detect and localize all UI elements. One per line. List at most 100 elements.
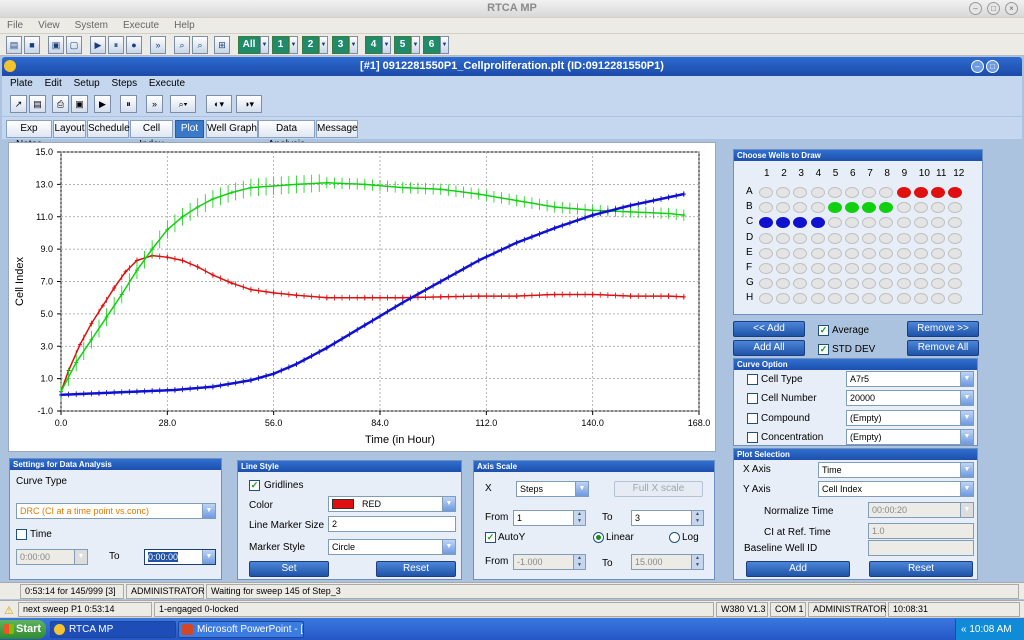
well-A3[interactable]: [793, 187, 808, 198]
curve-type-select[interactable]: DRC (CI at a time point vs.conc) ▼: [16, 503, 216, 519]
log-radio[interactable]: [669, 532, 680, 543]
well-H3[interactable]: [793, 293, 808, 305]
well-E1[interactable]: [759, 247, 773, 259]
chevron-down-icon[interactable]: ▼: [960, 503, 973, 517]
well-E2[interactable]: [776, 247, 791, 259]
y-from-input[interactable]: -1.000 ▲ ▼: [513, 554, 586, 570]
cell-number-select[interactable]: 20000 ▼: [846, 390, 974, 406]
well-C12[interactable]: [948, 217, 963, 229]
baseline-well-input[interactable]: [868, 540, 974, 556]
doc-minimize-icon[interactable]: –: [971, 60, 984, 73]
well-A2[interactable]: [776, 187, 791, 198]
well-G8[interactable]: [879, 278, 894, 290]
well-F12[interactable]: [948, 263, 963, 274]
well-F4[interactable]: [810, 263, 825, 274]
chevron-down-icon[interactable]: ▼: [74, 550, 87, 564]
tab-schedule[interactable]: Schedule: [87, 120, 130, 138]
time-from-select[interactable]: 0:00:00 ▼: [16, 549, 88, 565]
well-C5[interactable]: [827, 217, 842, 229]
well-F10[interactable]: [913, 263, 928, 274]
well-A6[interactable]: [845, 187, 859, 198]
maximize-icon[interactable]: □: [987, 2, 1000, 15]
forward-icon[interactable]: ◑▾: [236, 95, 262, 113]
zoom-icon[interactable]: ⌕▾: [170, 95, 196, 113]
menu-edit[interactable]: Edit: [45, 78, 62, 89]
cell-type-checkbox[interactable]: [747, 374, 758, 385]
well-H6[interactable]: [845, 293, 859, 305]
time-checkbox[interactable]: [16, 529, 27, 540]
well-B2[interactable]: [776, 202, 791, 214]
time-to-select[interactable]: 0:00:00 ▼: [144, 549, 216, 565]
well-D5[interactable]: [827, 232, 842, 244]
menu-help[interactable]: Help: [174, 20, 195, 31]
well-A8[interactable]: [879, 187, 894, 198]
tab-layout[interactable]: Layout: [53, 120, 86, 138]
y-axis-select[interactable]: Cell Index ▼: [818, 481, 974, 497]
chevron-down-icon[interactable]: ▼: [960, 391, 973, 405]
spinner-icon[interactable]: ▲ ▼: [573, 555, 585, 569]
tray-expand-icon[interactable]: «: [961, 624, 967, 635]
skip-icon[interactable]: »: [146, 95, 163, 113]
well-D3[interactable]: [793, 232, 808, 244]
chevron-down-icon[interactable]: ▼: [382, 36, 391, 54]
well-G9[interactable]: [896, 278, 911, 290]
y-to-input[interactable]: 15.000 ▲ ▼: [631, 554, 704, 570]
well-A10[interactable]: [913, 187, 928, 198]
menu-view[interactable]: View: [38, 20, 60, 31]
menu-steps[interactable]: Steps: [112, 78, 138, 89]
well-C7[interactable]: [862, 217, 877, 229]
lock-icon[interactable]: ▣: [48, 36, 64, 54]
tab-data-analysis[interactable]: Data Analysis: [258, 120, 315, 150]
well-E6[interactable]: [845, 247, 859, 259]
well-F9[interactable]: [896, 263, 911, 274]
chevron-down-icon[interactable]: ▼: [349, 36, 358, 54]
well-H9[interactable]: [896, 293, 911, 305]
well-E5[interactable]: [827, 247, 842, 259]
well-D12[interactable]: [948, 232, 963, 244]
tab-well-graph[interactable]: Well Graph: [206, 120, 258, 138]
play-icon[interactable]: ▶: [94, 95, 111, 113]
well-A4[interactable]: [810, 187, 825, 198]
cell-index-chart[interactable]: -1.0 1.0 3.0 5.0 7.0 9.0 11.0 13.0 15.0 0.0 28.0 56…: [9, 143, 715, 451]
chevron-down-icon[interactable]: ▼: [440, 36, 449, 54]
chevron-down-icon[interactable]: ▼: [960, 463, 973, 477]
group-4-button[interactable]: 4: [365, 36, 382, 54]
minimize-icon[interactable]: –: [969, 2, 982, 15]
well-H12[interactable]: [948, 293, 963, 305]
well-E11[interactable]: [931, 247, 945, 259]
concentration-select[interactable]: (Empty) ▼: [846, 429, 974, 445]
well-F1[interactable]: [759, 263, 773, 274]
well-C10[interactable]: [913, 217, 928, 229]
plot-reset-button[interactable]: Reset: [869, 561, 973, 577]
well-A5[interactable]: [827, 187, 842, 198]
zoom-out-icon[interactable]: ⌕: [192, 36, 208, 54]
doc-restore-icon[interactable]: □: [986, 60, 999, 73]
play-icon[interactable]: ▶: [90, 36, 106, 54]
lock-icon[interactable]: ▣: [71, 95, 88, 113]
all-group-button[interactable]: All: [238, 36, 260, 54]
chevron-down-icon[interactable]: ▼: [411, 36, 420, 54]
well-B5[interactable]: [827, 202, 842, 214]
group-1-button[interactable]: 1: [272, 36, 289, 54]
well-C6[interactable]: [845, 217, 859, 229]
well-A11[interactable]: [931, 187, 945, 198]
tab-cell-index[interactable]: Cell Index: [130, 120, 173, 150]
set-button[interactable]: Set: [249, 561, 329, 577]
menu-execute[interactable]: Execute: [123, 20, 159, 31]
well-F3[interactable]: [793, 263, 808, 274]
close-icon[interactable]: ×: [1005, 2, 1018, 15]
chevron-down-icon[interactable]: ▼: [960, 430, 973, 444]
tab-plot[interactable]: Plot: [175, 120, 204, 138]
well-D11[interactable]: [931, 232, 945, 244]
well-E9[interactable]: [896, 247, 911, 259]
well-G11[interactable]: [931, 278, 945, 290]
well-A9[interactable]: [896, 187, 911, 198]
well-E4[interactable]: [810, 247, 825, 259]
pause-icon[interactable]: ⏸: [108, 36, 124, 54]
skip-icon[interactable]: »: [150, 36, 166, 54]
tab-exp-notes[interactable]: Exp Notes: [6, 120, 52, 150]
chevron-down-icon[interactable]: ▼: [202, 504, 215, 518]
well-A7[interactable]: [862, 187, 877, 198]
open-icon[interactable]: ↗: [10, 95, 27, 113]
zoom-in-icon[interactable]: ⌕: [174, 36, 190, 54]
